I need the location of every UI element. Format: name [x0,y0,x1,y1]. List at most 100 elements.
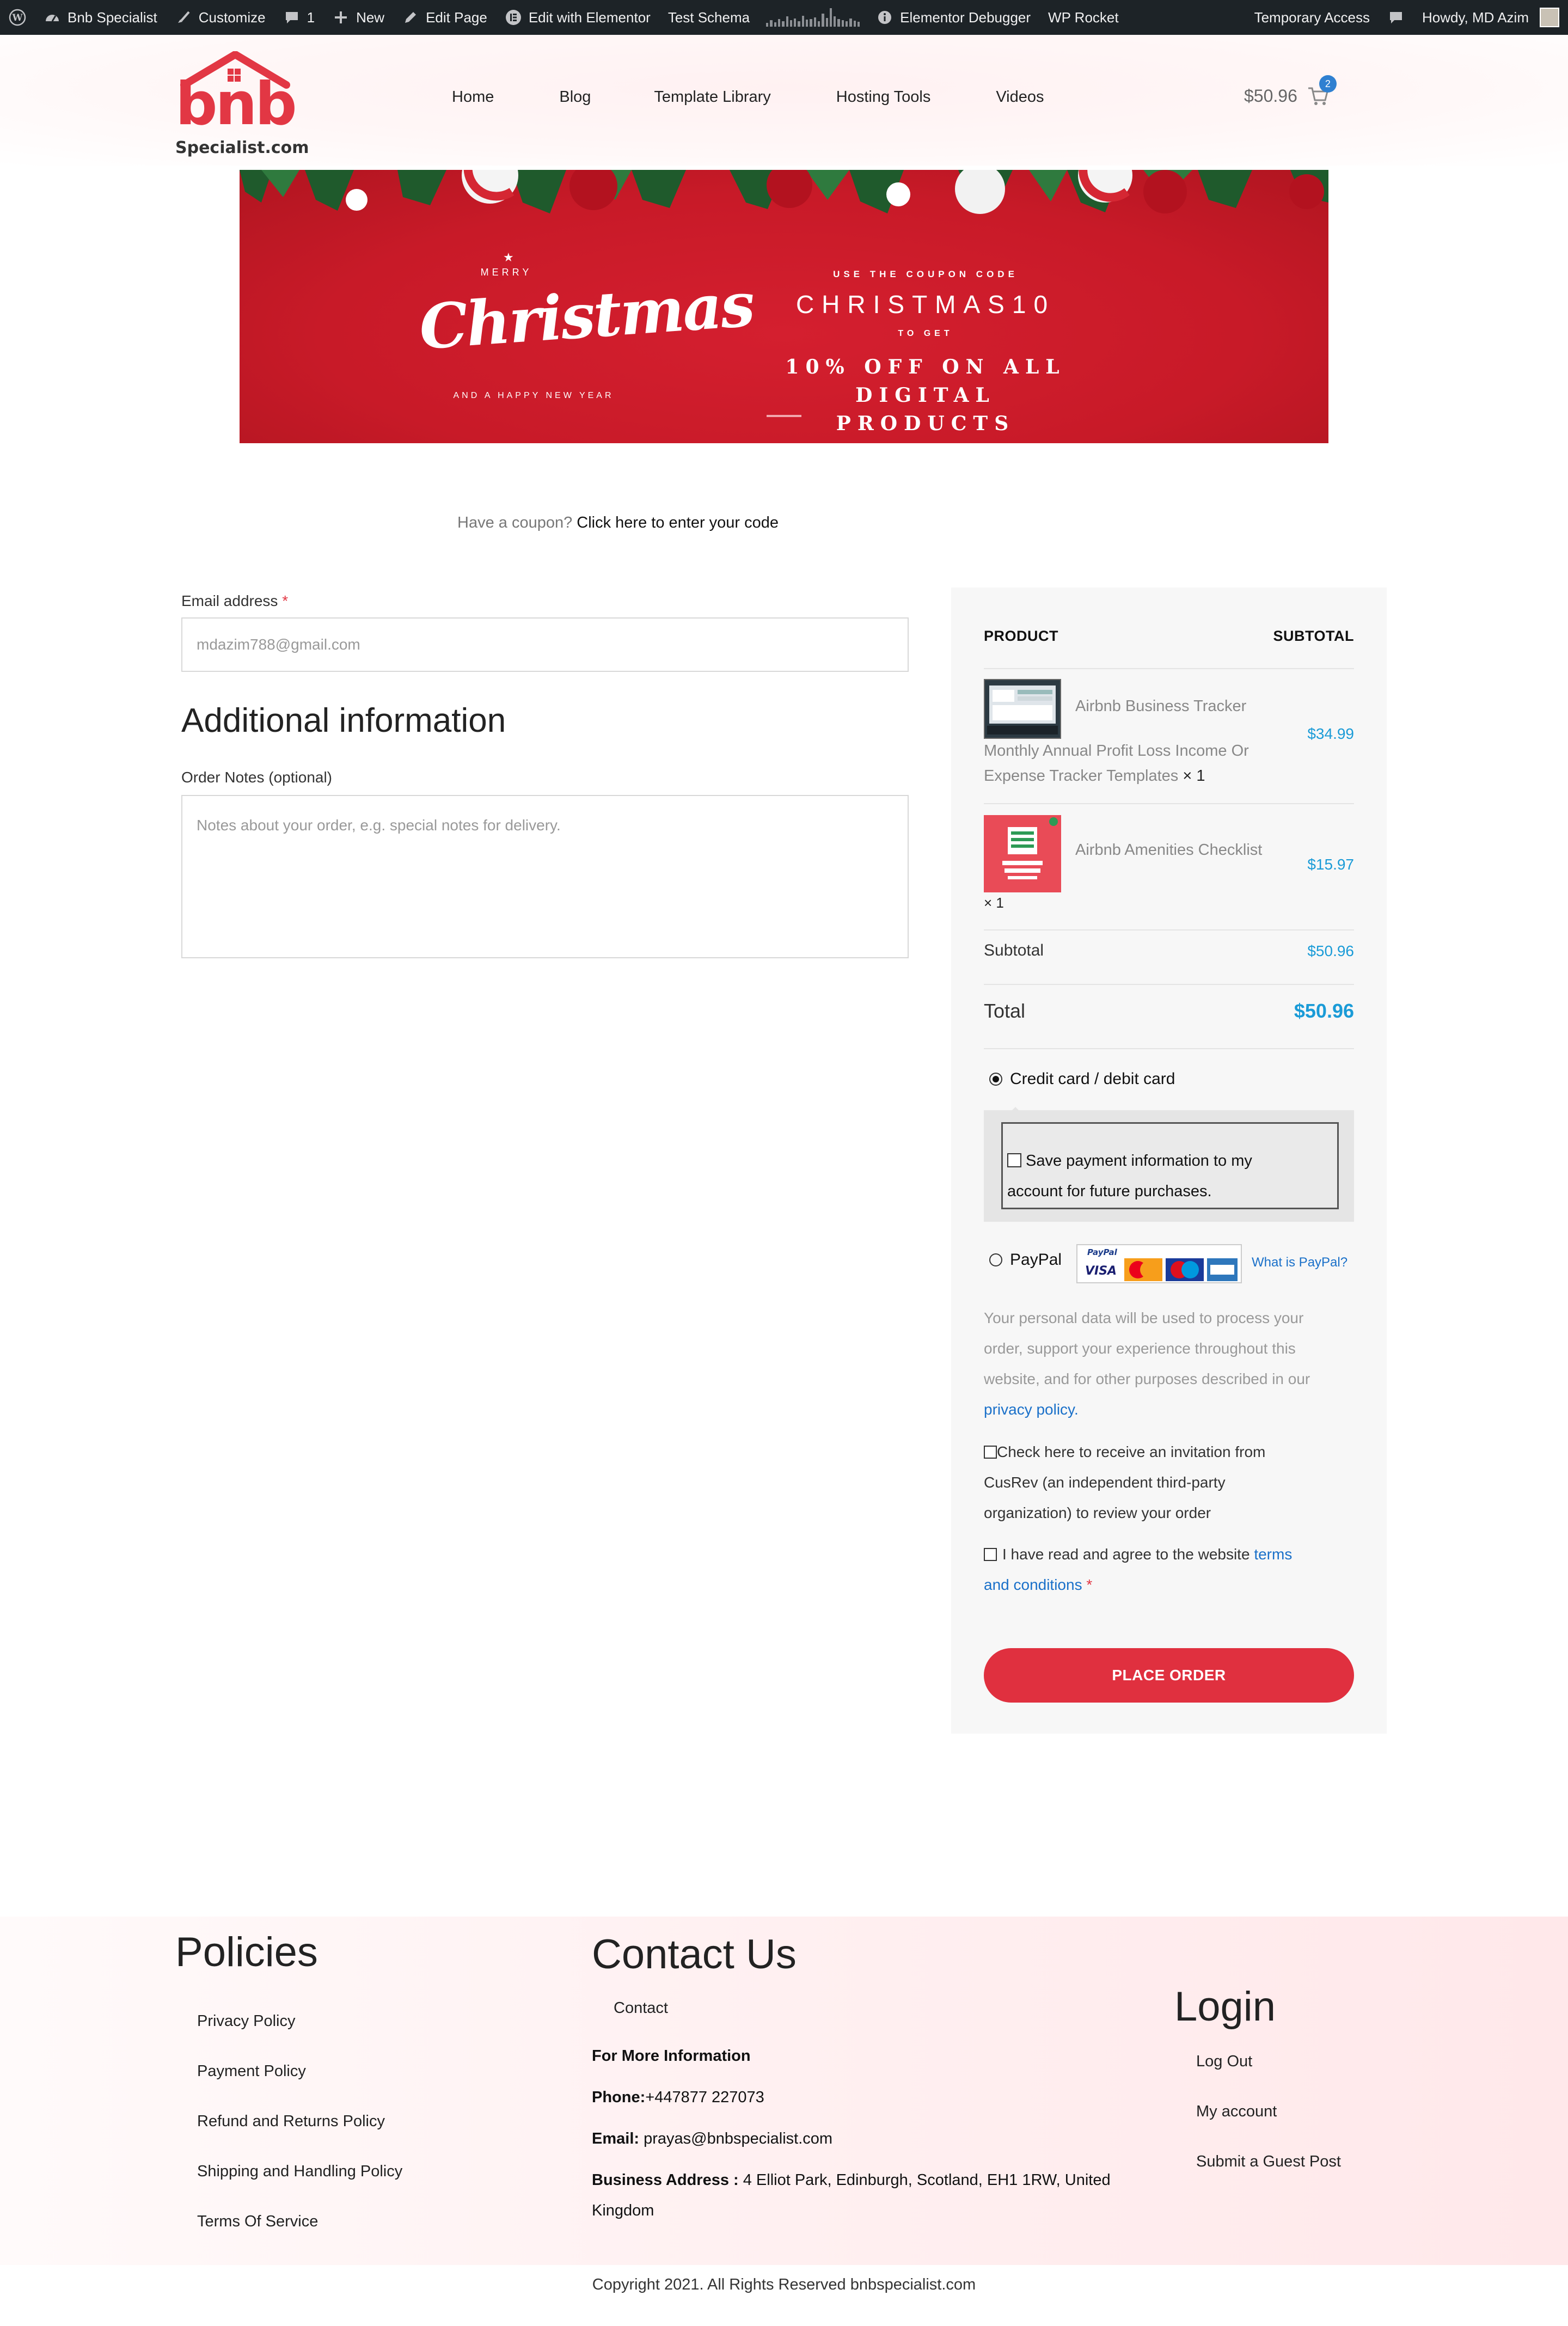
site-footer: Policies Privacy Policy Payment Policy R… [0,1917,1568,2265]
edit-elementor-link[interactable]: Edit with Elementor [496,0,659,35]
what-is-paypal-link[interactable]: What is PayPal? [1252,1255,1347,1270]
email-line: Email: prayas@bnbspecialist.com [592,2123,832,2154]
item1-name-line3-text: Expense Tracker Templates [984,767,1179,785]
banner-use-code: USE THE COUPON CODE [833,269,1018,279]
privacy-line3: website, and for other purposes describe… [984,1370,1310,1387]
order-notes-field[interactable]: Notes about your order, e.g. special not… [181,795,909,958]
logo-subtitle: Specialist.com [175,138,309,157]
email-field[interactable]: mdazim788@gmail.com [181,617,909,672]
item1-name-line3: Expense Tracker Templates × 1 [984,763,1205,789]
terms-required-mark: * [1086,1576,1093,1593]
cusrev-checkbox[interactable] [984,1446,997,1459]
terms-link[interactable]: terms [1254,1546,1292,1563]
mini-cart[interactable]: $50.96 2 [1244,75,1337,107]
payment-option-card[interactable]: Credit card / debit card [989,1070,1175,1088]
more-info-heading: For More Information [592,2047,751,2065]
product-thumbnail-business-tracker[interactable] [984,679,1061,739]
site-logo[interactable]: bnb Specialist.com [175,51,309,157]
footer-link-refund-policy[interactable]: Refund and Returns Policy [197,2113,385,2131]
terms-checkbox[interactable] [984,1548,997,1561]
my-account-menu[interactable]: Howdy, MD Azim [1413,0,1568,35]
phone-value: +447877 227073 [645,2089,764,2106]
new-label: New [356,9,385,26]
item2-name: Airbnb Amenities Checklist [1075,841,1263,859]
item2-price: $15.97 [1307,856,1354,873]
avatar [1540,8,1559,27]
temporary-access-label: Temporary Access [1254,9,1370,26]
temporary-access-link[interactable]: Temporary Access [1246,0,1379,35]
slider-indicator[interactable] [767,415,801,417]
nav-home[interactable]: Home [452,88,494,106]
footer-link-privacy-policy[interactable]: Privacy Policy [197,2012,296,2030]
paypal-radio[interactable] [989,1253,1002,1266]
card-label: Credit card / debit card [1010,1070,1175,1088]
elementor-debugger-link[interactable]: Elementor Debugger [867,0,1039,35]
wp-admin-bar: W Bnb Specialist Customize 1 New Edit Pa… [0,0,1568,35]
cart-total: $50.96 [1244,85,1297,106]
required-mark: * [282,592,289,609]
cusrev-line3: organization) to review your order [984,1504,1211,1521]
edit-page-label: Edit Page [426,9,487,26]
elementor-icon [505,9,522,26]
email-label-text: Email address [181,592,278,609]
footer-link-shipping-policy[interactable]: Shipping and Handling Policy [197,2163,402,2181]
banner-offer-line1: 10% OFF ON ALL DIGITAL [785,356,1066,407]
nav-blog[interactable]: Blog [559,88,591,106]
paypal-label: PayPal [1010,1251,1062,1269]
subtotal-value: $50.96 [1307,942,1354,959]
conditions-link[interactable]: and conditions [984,1576,1082,1593]
christmas-promo-banner[interactable]: ★ MERRY Christmas AND A HAPPY NEW YEAR U… [240,170,1328,443]
nav-hosting-tools[interactable]: Hosting Tools [836,88,931,106]
comments-count: 1 [307,9,315,26]
howdy-label: Howdy, MD Azim [1422,9,1529,26]
footer-link-log-out[interactable]: Log Out [1196,2053,1252,2071]
customize-link[interactable]: Customize [166,0,274,35]
footer-link-terms-of-service[interactable]: Terms Of Service [197,2213,318,2231]
footer-email-value[interactable]: prayas@bnbspecialist.com [639,2130,832,2147]
save-payment-option[interactable]: Save payment information to my account f… [1007,1146,1334,1207]
cusrev-line2: CusRev (an independent third-party [984,1474,1226,1491]
banner-christmas: Christmas [416,268,756,364]
info-icon [876,9,893,26]
product-thumbnail-amenities-checklist[interactable] [984,815,1061,892]
banner-to-get: TO GET [898,329,953,338]
place-order-button[interactable]: PLACE ORDER [984,1648,1354,1703]
svg-text:PayPal: PayPal [1087,1247,1118,1257]
wordpress-logo-button[interactable]: W [0,0,35,35]
privacy-notice: Your personal data will be used to proce… [984,1303,1359,1425]
privacy-policy-link[interactable]: privacy policy [984,1401,1074,1418]
customize-label: Customize [198,9,266,26]
footer-link-payment-policy[interactable]: Payment Policy [197,2062,306,2080]
comments-link[interactable]: 1 [274,0,323,35]
coupon-link[interactable]: Click here to enter your code [577,514,779,531]
banner-coupon-code: CHRISTMAS10 [795,290,1056,319]
footer-link-contact[interactable]: Contact [614,1999,668,2017]
subtotal-label: Subtotal [984,941,1044,959]
nav-template-library[interactable]: Template Library [654,88,770,106]
footer-link-guest-post[interactable]: Submit a Guest Post [1196,2153,1341,2171]
what-is-paypal-text: What is PayPal? [1252,1255,1348,1270]
plus-icon [332,9,350,26]
test-schema-link[interactable]: Test Schema [659,0,758,35]
paintbrush-icon [175,9,192,26]
cart-count-badge: 2 [1319,75,1337,93]
speech-bubble-icon [1387,9,1405,26]
notifications-link[interactable] [1379,0,1413,35]
nav-videos[interactable]: Videos [996,88,1044,106]
save-payment-checkbox[interactable] [1007,1153,1021,1167]
garland-decoration [240,170,1328,214]
edit-page-link[interactable]: Edit Page [393,0,496,35]
wp-rocket-label: WP Rocket [1048,9,1119,26]
total-label: Total [984,1000,1026,1022]
phone-line: Phone:+447877 227073 [592,2082,764,2113]
new-content-link[interactable]: New [323,0,393,35]
item1-price: $34.99 [1307,725,1354,742]
card-radio[interactable] [989,1073,1002,1086]
banner-new-year: AND A HAPPY NEW YEAR [453,391,614,400]
email-label: Email address * [181,592,288,610]
footer-link-my-account[interactable]: My account [1196,2103,1277,2121]
site-name-link[interactable]: Bnb Specialist [35,0,166,35]
payment-option-paypal[interactable]: PayPal [989,1251,1062,1269]
traffic-sparkline[interactable] [758,8,867,27]
wp-rocket-link[interactable]: WP Rocket [1039,0,1128,35]
